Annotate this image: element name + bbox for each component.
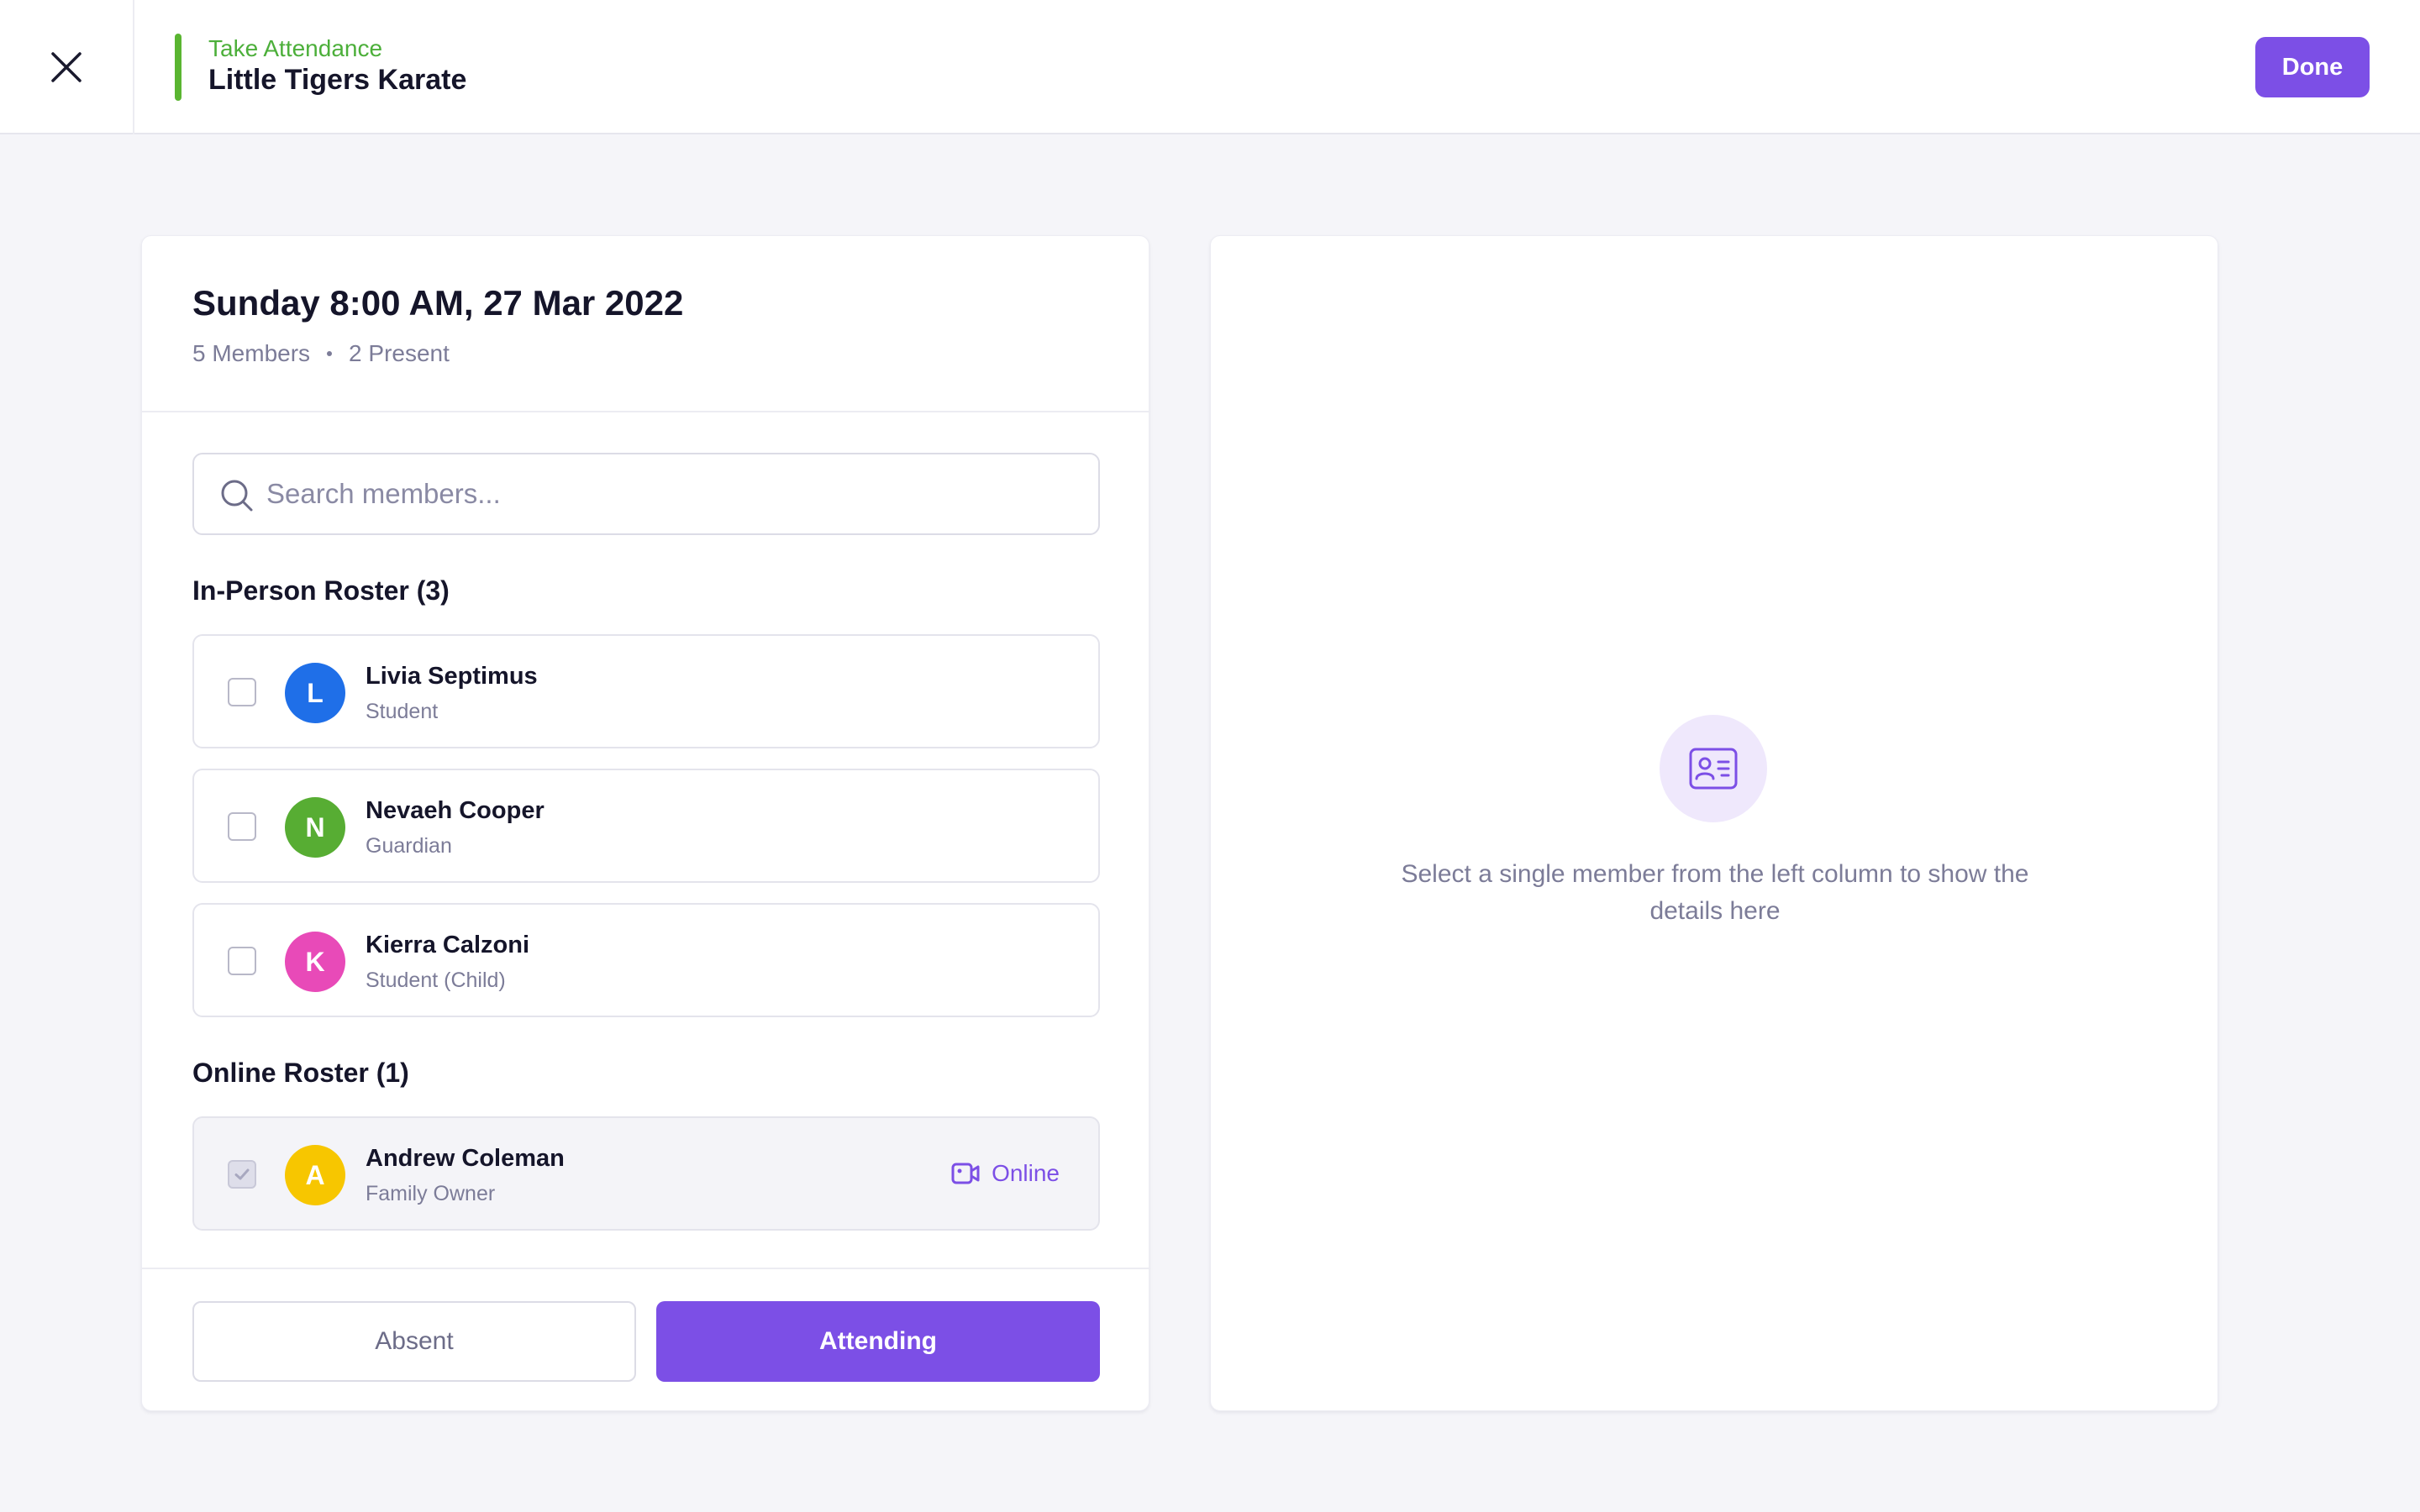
- online-badge: Online: [951, 1160, 1060, 1187]
- close-icon: [51, 52, 82, 82]
- member-role: Family Owner: [366, 1182, 496, 1205]
- member-role: Student: [366, 700, 439, 723]
- page-title: Little Tigers Karate: [208, 64, 467, 96]
- session-meta: 5 Members 2 Present: [192, 340, 450, 367]
- attending-button[interactable]: Attending: [656, 1301, 1100, 1382]
- members-count: 5 Members: [192, 340, 311, 366]
- attendance-panel: Sunday 8:00 AM, 27 Mar 2022 5 Members 2 …: [141, 235, 1150, 1411]
- empty-state-icon-badge: [1660, 715, 1767, 822]
- online-badge-label: Online: [992, 1160, 1060, 1186]
- online-roster-heading: Online Roster (1): [192, 1058, 409, 1088]
- present-count: 2 Present: [349, 340, 450, 366]
- avatar: A: [285, 1145, 345, 1205]
- member-checkbox[interactable]: [228, 1160, 256, 1189]
- member-name: Andrew Coleman: [366, 1145, 565, 1172]
- member-checkbox[interactable]: [228, 947, 256, 975]
- avatar: K: [285, 932, 345, 992]
- avatar: L: [285, 663, 345, 723]
- member-role: Guardian: [366, 834, 452, 858]
- member-details-panel: Select a single member from the left col…: [1210, 235, 2218, 1411]
- footer-divider: [142, 1268, 1150, 1269]
- member-name: Livia Septimus: [366, 663, 538, 690]
- member-checkbox[interactable]: [228, 678, 256, 706]
- page-subtitle: Take Attendance: [208, 35, 383, 61]
- in-person-roster-heading: In-Person Roster (3): [192, 575, 450, 606]
- close-button[interactable]: [0, 0, 134, 134]
- video-camera-icon: [951, 1163, 980, 1184]
- member-row[interactable]: K Kierra Calzoni Student (Child): [192, 903, 1100, 1017]
- header-divider: [142, 411, 1150, 412]
- member-checkbox[interactable]: [228, 812, 256, 841]
- done-button[interactable]: Done: [2255, 37, 2370, 97]
- member-role: Student (Child): [366, 969, 506, 992]
- empty-state-message: Select a single member from the left col…: [1401, 860, 2029, 925]
- member-row[interactable]: N Nevaeh Cooper Guardian: [192, 769, 1100, 883]
- member-name: Nevaeh Cooper: [366, 797, 544, 824]
- separator-dot: [327, 351, 333, 356]
- member-row[interactable]: L Livia Septimus Student: [192, 634, 1100, 748]
- search-icon: [219, 478, 255, 513]
- checkmark-icon: [234, 1168, 250, 1180]
- session-title: Sunday 8:00 AM, 27 Mar 2022: [192, 283, 684, 323]
- contact-card-icon: [1689, 748, 1738, 790]
- top-bar: Take Attendance Little Tigers Karate Don…: [0, 0, 2420, 134]
- search-input[interactable]: [266, 454, 1073, 533]
- member-name: Kierra Calzoni: [366, 932, 529, 958]
- title-accent-bar: [175, 34, 182, 101]
- member-row[interactable]: A Andrew Coleman Family Owner Online: [192, 1116, 1100, 1231]
- absent-button[interactable]: Absent: [192, 1301, 636, 1382]
- search-box[interactable]: [192, 453, 1100, 535]
- avatar: N: [285, 797, 345, 858]
